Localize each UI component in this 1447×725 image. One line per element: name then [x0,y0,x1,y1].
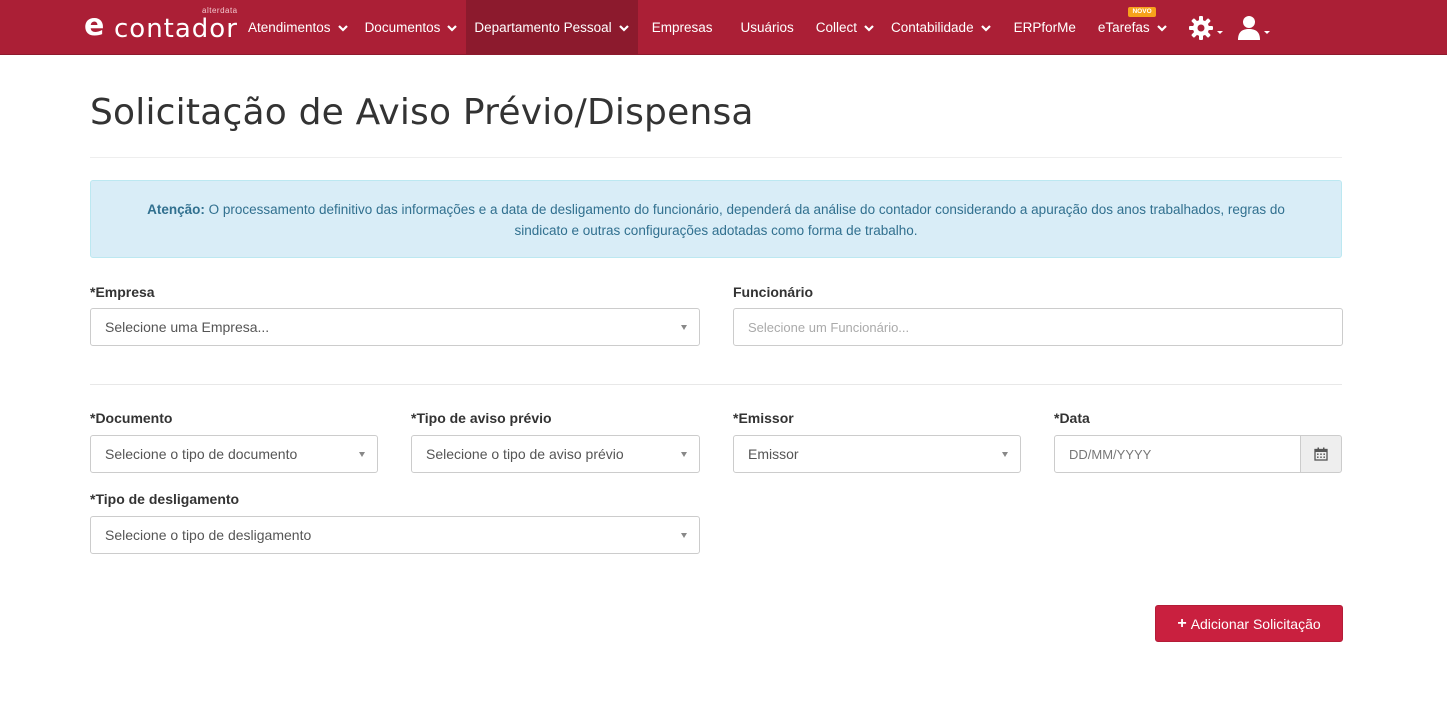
dropdown-arrow-icon [681,452,687,457]
dropdown-arrow-icon [1002,452,1008,457]
calendar-button[interactable] [1300,435,1342,473]
tipo-aviso-label: *Tipo de aviso prévio [411,410,552,426]
user-menu[interactable] [1233,0,1274,55]
add-solicitacao-button[interactable]: + Adicionar Solicitação [1155,605,1343,642]
nav-label: Empresas [651,20,713,35]
caret-down-icon [1216,31,1223,34]
novo-badge: NOVO [1128,7,1156,17]
emissor-select-value: Emissor [748,446,799,462]
chevron-down-icon [618,24,629,32]
attention-alert: Atenção: O processamento definitivo das … [90,180,1342,258]
nav-label: Documentos [364,20,441,35]
tipo-desligamento-select[interactable]: Selecione o tipo de desligamento [90,516,700,554]
logo-subtitle: alterdata [202,6,238,15]
dropdown-arrow-icon [681,533,687,538]
settings-menu[interactable] [1184,0,1227,55]
nav-label: Atendimentos [248,20,331,35]
nav-item-erpforme[interactable]: ERPforMe [1000,0,1090,55]
caret-down-icon [1263,31,1270,34]
nav-label: Contabilidade [891,20,974,35]
alert-strong: Atenção: [147,202,205,217]
data-label: *Data [1054,410,1090,426]
tipo-aviso-select[interactable]: Selecione o tipo de aviso prévio [411,435,700,473]
data-input[interactable] [1054,435,1301,473]
nav-item-documentos[interactable]: Documentos [357,0,467,55]
nav-item-collect[interactable]: Collect [808,0,883,55]
documento-select-value: Selecione o tipo de documento [105,446,298,462]
chevron-down-icon [980,24,991,32]
funcionario-label: Funcionário [733,284,814,300]
funcionario-input[interactable] [733,308,1343,346]
nav-label: Departamento Pessoal [474,20,612,35]
nav-item-empresas[interactable]: Empresas [638,0,727,55]
nav-item-departamento-pessoal[interactable]: Departamento Pessoal [466,0,638,55]
empresa-label: *Empresa [90,284,155,300]
logo-mark: e [84,8,105,43]
dropdown-arrow-icon [359,452,365,457]
nav-label: Usuários [740,20,794,35]
logo-word: contador [114,14,238,44]
empresa-select-value: Selecione uma Empresa... [105,319,270,335]
tipo-aviso-select-value: Selecione o tipo de aviso prévio [426,446,624,462]
gear-icon [1188,15,1213,40]
main-menu: Atendimentos Documentos Departamento Pes… [240,0,1274,55]
empresa-select[interactable]: Selecione uma Empresa... [90,308,700,346]
page-title: Solicitação de Aviso Prévio/Dispensa [90,92,754,133]
emissor-select[interactable]: Emissor [733,435,1021,473]
chevron-down-icon [1156,24,1167,32]
nav-item-contabilidade[interactable]: Contabilidade [883,0,1000,55]
title-divider [90,157,1342,158]
chevron-down-icon [447,24,458,32]
tipo-desligamento-label: *Tipo de desligamento [90,491,240,507]
user-icon [1237,15,1260,40]
add-solicitacao-label: Adicionar Solicitação [1190,615,1321,632]
nav-item-usuarios[interactable]: Usuários [726,0,807,55]
top-navbar: e contador alterdata Atendimentos Docume… [0,0,1447,55]
emissor-label: *Emissor [733,410,794,426]
plus-icon: + [1177,614,1187,632]
alert-text: O processamento definitivo das informaçõ… [204,202,1285,238]
nav-item-atendimentos[interactable]: Atendimentos [240,0,357,55]
nav-label: eTarefas [1097,20,1150,35]
nav-label: Collect [815,20,858,35]
nav-item-etarefas[interactable]: NOVO eTarefas [1090,0,1176,55]
tipo-desligamento-select-value: Selecione o tipo de desligamento [105,527,312,543]
documento-label: *Documento [90,410,173,426]
chevron-down-icon [864,24,874,32]
form-divider [90,384,1342,385]
dropdown-arrow-icon [681,325,687,330]
nav-label: ERPforMe [1013,20,1076,35]
calendar-icon [1314,447,1328,461]
documento-select[interactable]: Selecione o tipo de documento [90,435,378,473]
chevron-down-icon [337,24,348,32]
